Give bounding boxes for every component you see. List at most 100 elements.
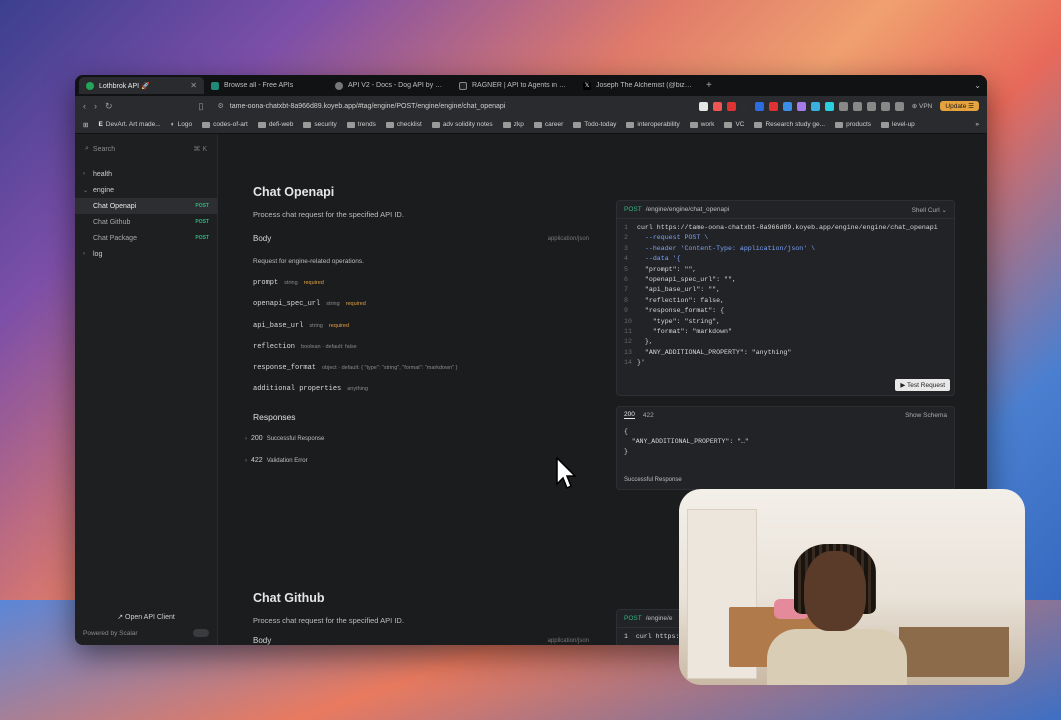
- line-number: 7: [624, 286, 628, 294]
- response-message: Validation Error: [266, 458, 308, 464]
- bookmark-folder[interactable]: products: [835, 121, 871, 128]
- param-row: api_base_url string required: [253, 322, 349, 330]
- share-icon[interactable]: [698, 101, 708, 111]
- param-type: string: [309, 323, 323, 329]
- bookmark-item[interactable]: E DevArt. Art made...: [98, 121, 160, 128]
- param-name: additional properties: [253, 385, 342, 393]
- show-schema-toggle[interactable]: Show Schema: [905, 412, 947, 419]
- content-type-badge[interactable]: application/json: [548, 638, 589, 644]
- folder-icon: [431, 121, 440, 128]
- sidebar-item-chat-github[interactable]: Chat Github POST: [75, 214, 217, 230]
- extension-icon[interactable]: [824, 101, 834, 111]
- vpn-button[interactable]: ⊕ VPN: [912, 102, 933, 110]
- body-label: Body: [253, 636, 272, 645]
- bookmark-folder[interactable]: security: [303, 121, 337, 128]
- site-settings-icon[interactable]: ⚙: [218, 102, 224, 110]
- line-number: 10: [624, 317, 632, 325]
- close-icon[interactable]: ✕: [190, 81, 197, 90]
- response-row-422[interactable]: › 422 Validation Error: [245, 457, 308, 464]
- reload-icon[interactable]: ↻: [105, 101, 113, 112]
- code-line: 12 },: [624, 337, 947, 347]
- line-number: 4: [624, 255, 628, 263]
- bookmark-folder[interactable]: trends: [346, 121, 376, 128]
- bookmark-folder[interactable]: defi-web: [257, 121, 293, 128]
- bookmark-icon[interactable]: ▯: [199, 101, 204, 112]
- sidebar-item-health[interactable]: › health: [75, 166, 217, 182]
- sidebar-item-engine[interactable]: ⌄ engine: [75, 182, 217, 198]
- new-tab-icon[interactable]: +: [700, 80, 718, 91]
- bookmark-folder[interactable]: codes-of-art: [202, 121, 248, 128]
- code-line: 5 "prompt": "",: [624, 265, 947, 275]
- sidebar-item-log[interactable]: › log: [75, 246, 217, 262]
- param-name: api_base_url: [253, 322, 304, 330]
- favicon-icon: [86, 81, 94, 90]
- bookmark-folder[interactable]: interoperability: [626, 121, 680, 128]
- bookmark-folder[interactable]: level-up: [881, 121, 915, 128]
- powered-by-label: Powered by Scalar: [83, 629, 138, 637]
- wallet-icon[interactable]: [866, 101, 876, 111]
- response-example-card: 200 422 Show Schema { "ANY_ADDITIONAL_PR…: [616, 406, 955, 490]
- tab-title: Joseph The Alchemist (@bizmin: [596, 82, 693, 89]
- code-line: 11 "format": "markdown": [624, 327, 947, 337]
- chevron-right-icon: ›: [83, 171, 85, 177]
- tab-422[interactable]: 422: [643, 412, 654, 419]
- sync-icon[interactable]: [852, 101, 862, 111]
- code-text: --request POST \: [637, 234, 709, 242]
- powered-by: Powered by Scalar: [83, 629, 209, 637]
- test-request-button[interactable]: ▶ Test Request: [895, 379, 950, 391]
- url-field[interactable]: ⚙ tame-oona-chatxbt-8a966d89.koyeb.app/#…: [212, 99, 691, 113]
- response-tabs: 200 422 Show Schema: [617, 407, 954, 423]
- extension-icon[interactable]: [754, 101, 764, 111]
- more-bookmarks-icon[interactable]: »: [975, 121, 979, 128]
- tab-dog-api[interactable]: API V2 - Docs - Dog API by kindu: [328, 77, 452, 94]
- code-text: curl https://tame-oona-chatxbt-8a966d89.…: [637, 224, 938, 231]
- chevron-down-icon[interactable]: ⌄: [974, 81, 981, 90]
- brave-rewards-icon[interactable]: [726, 101, 736, 111]
- bookmark-item[interactable]: ◐ Logo: [171, 121, 192, 128]
- back-icon[interactable]: ‹: [83, 101, 86, 111]
- theme-toggle[interactable]: [193, 629, 209, 637]
- brave-shield-icon[interactable]: [712, 101, 722, 111]
- bookmark-folder[interactable]: adv solidity notes: [431, 121, 493, 128]
- tab-200[interactable]: 200: [624, 411, 635, 419]
- response-row-200[interactable]: › 200 Successful Response: [245, 435, 324, 442]
- favicon-icon: [459, 81, 467, 90]
- extensions: [698, 101, 904, 111]
- tab-ragner[interactable]: RAGNER | API to Agents in minutes: [452, 77, 576, 94]
- apps-grid-icon[interactable]: ⊞: [83, 121, 88, 129]
- sidebar-icon[interactable]: [880, 101, 890, 111]
- tab-free-apis[interactable]: Browse all - Free APIs: [204, 77, 328, 94]
- search-input[interactable]: ⌕ Search ⌘ K: [75, 142, 217, 156]
- open-api-client-button[interactable]: ↗ Open API Client: [83, 609, 209, 625]
- update-button[interactable]: Update ☰: [940, 101, 979, 111]
- bookmark-folder[interactable]: Research study ge...: [754, 121, 825, 128]
- search-shortcut: ⌘ K: [193, 146, 207, 153]
- language-select[interactable]: Shell Curl ⌄: [912, 206, 947, 214]
- tab-lothbrok[interactable]: Lothbrok API 🚀 ✕: [79, 77, 204, 94]
- extension-icon[interactable]: [796, 101, 806, 111]
- content-type-badge[interactable]: application/json: [548, 236, 589, 242]
- bookmark-folder[interactable]: checklist: [385, 121, 422, 128]
- param-name: reflection: [253, 343, 296, 351]
- code-line: 6 "openapi_spec_url": "",: [624, 275, 947, 285]
- extension-icon[interactable]: [740, 101, 750, 111]
- bookmark-folder[interactable]: VC: [724, 121, 744, 128]
- response-footer: Successful Response: [624, 477, 682, 483]
- bookmark-folder[interactable]: Todo-today: [573, 121, 616, 128]
- puzzle-icon[interactable]: [838, 101, 848, 111]
- tab-x[interactable]: 𝕏 Joseph The Alchemist (@bizmin: [576, 77, 700, 94]
- extension-icon[interactable]: [768, 101, 778, 111]
- bookmark-folder[interactable]: zkp: [502, 121, 524, 128]
- extension-icon[interactable]: [810, 101, 820, 111]
- bookmark-folder[interactable]: work: [689, 121, 714, 128]
- sidebar-item-chat-openapi[interactable]: Chat Openapi POST: [75, 198, 217, 214]
- favicon-icon: [211, 81, 219, 90]
- extension-icon[interactable]: [782, 101, 792, 111]
- webcam-overlay[interactable]: [679, 489, 1025, 685]
- forward-icon[interactable]: ›: [94, 101, 97, 111]
- sidebar-item-chat-package[interactable]: Chat Package POST: [75, 230, 217, 246]
- endpoint-description: Process chat request for the specified A…: [253, 616, 404, 625]
- bookmark-folder[interactable]: career: [533, 121, 563, 128]
- leo-icon[interactable]: [894, 101, 904, 111]
- sidebar-item-label: Chat Package: [93, 234, 137, 242]
